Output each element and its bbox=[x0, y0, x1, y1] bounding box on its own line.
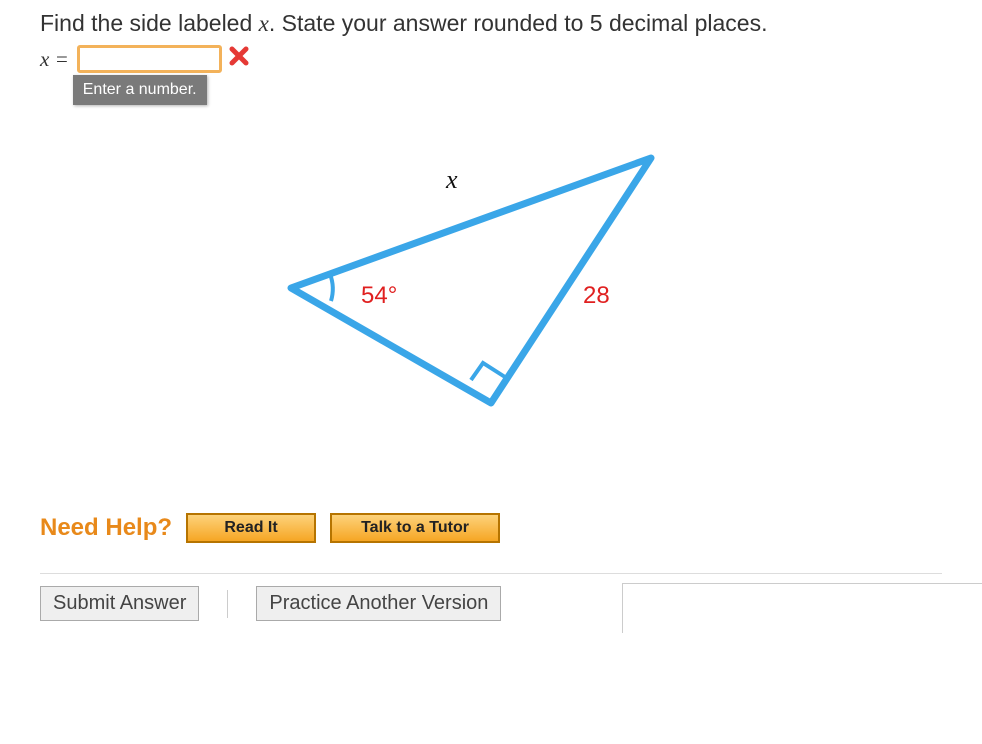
submit-button[interactable]: Submit Answer bbox=[40, 586, 199, 621]
separator bbox=[227, 590, 228, 618]
help-row: Need Help? Read It Talk to a Tutor bbox=[40, 513, 942, 543]
answer-input[interactable] bbox=[77, 45, 222, 73]
answer-var-label: x = bbox=[40, 45, 69, 72]
answer-row: x = Enter a number. bbox=[40, 45, 942, 73]
talk-tutor-button[interactable]: Talk to a Tutor bbox=[330, 513, 500, 543]
triangle-shape bbox=[291, 158, 651, 403]
bottom-row: Submit Answer Practice Another Version bbox=[40, 573, 942, 633]
question-suffix: . State your answer rounded to 5 decimal… bbox=[269, 10, 768, 36]
side-panel bbox=[622, 583, 982, 633]
side-x-label: x bbox=[445, 165, 458, 194]
question-var: x bbox=[259, 11, 269, 36]
need-help-label: Need Help? bbox=[40, 514, 172, 542]
wrong-icon bbox=[228, 45, 250, 67]
question-text: Find the side labeled x. State your answ… bbox=[40, 10, 942, 37]
question-prefix: Find the side labeled bbox=[40, 10, 259, 36]
read-it-button[interactable]: Read It bbox=[186, 513, 316, 543]
answer-tooltip: Enter a number. bbox=[73, 75, 207, 105]
practice-button[interactable]: Practice Another Version bbox=[256, 586, 501, 621]
angle-label: 54° bbox=[361, 282, 397, 309]
triangle-diagram: x 54° 28 bbox=[261, 133, 721, 423]
right-angle-icon bbox=[471, 363, 505, 380]
diagram: x 54° 28 bbox=[40, 133, 942, 423]
known-side-label: 28 bbox=[583, 282, 610, 309]
angle-arc bbox=[330, 274, 333, 301]
